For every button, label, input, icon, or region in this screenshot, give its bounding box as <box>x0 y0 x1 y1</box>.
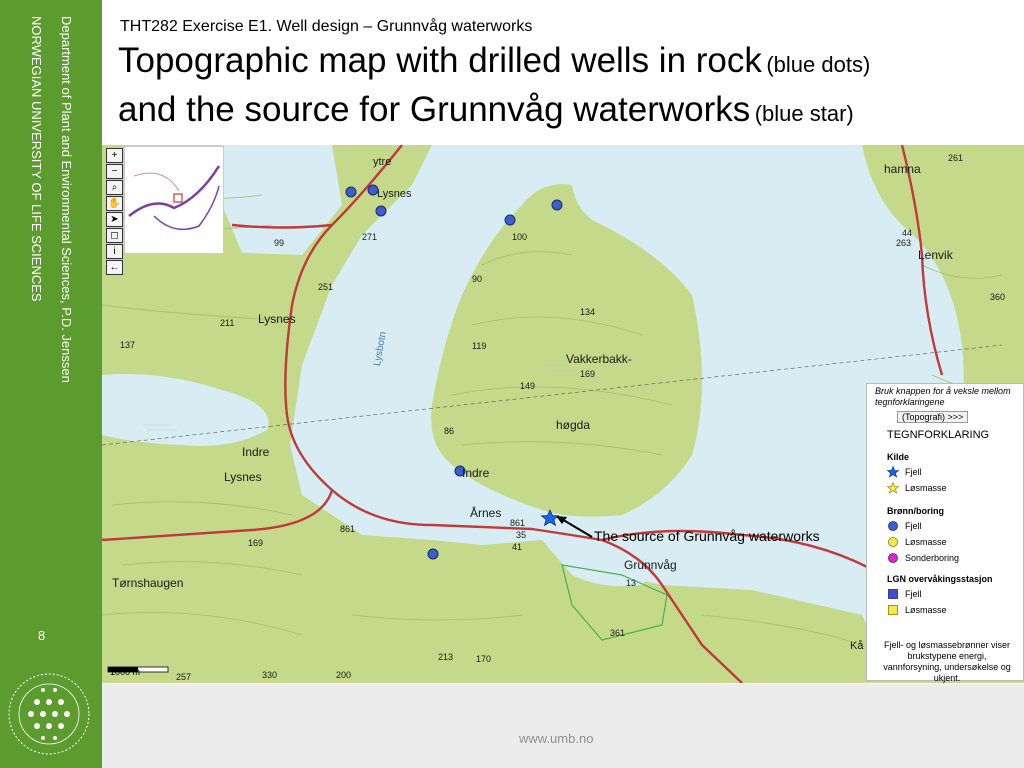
elevation-label: 361 <box>610 628 626 638</box>
zoom-in-icon[interactable]: + <box>106 148 123 163</box>
elevation-label: 211 <box>220 318 235 328</box>
slide-title: Topographic map with drilled wells in ro… <box>118 40 1018 138</box>
map-label-grunnvag: Grunnvåg <box>624 558 677 572</box>
yellow-dot-icon <box>888 537 898 547</box>
scale-bar-label: 1000 m <box>110 667 141 677</box>
slide-number: 8 <box>38 628 46 643</box>
yellow-square-icon <box>888 605 898 615</box>
elevation-label: 213 <box>438 652 454 662</box>
select-icon[interactable]: ➤ <box>106 212 123 227</box>
blue-dot-icon <box>888 521 898 531</box>
pan-hand-icon[interactable]: ✋ <box>106 196 123 211</box>
legend-well-title: Brønn/boring <box>887 506 944 516</box>
university-label: NORWEGIAN UNIVERSITY OF LIFE SCIENCES <box>29 16 44 302</box>
legend-well-rock: Fjell <box>887 520 922 532</box>
legend-lgn-rock: Fjell <box>887 588 922 600</box>
map-label-lysnes-top: Lysnes <box>377 188 412 200</box>
legend-heading: TEGNFORKLARING <box>887 429 990 441</box>
legend-lgn-title: LGN overvåkingsstasjon <box>887 574 993 584</box>
yellow-star-icon <box>887 482 899 494</box>
legend-label: Fjell <box>905 467 922 477</box>
elevation-label: 170 <box>476 654 492 664</box>
legend-source-title: Kilde <box>887 452 910 462</box>
elevation-label: 137 <box>120 340 136 350</box>
elevation-label: 44 <box>902 228 913 238</box>
elevation-label: 251 <box>318 282 334 292</box>
elevation-label: 90 <box>472 274 483 284</box>
elevation-label: 360 <box>990 292 1006 302</box>
legend-label: Løsmasse <box>905 483 947 493</box>
elevation-label: 861 <box>340 524 356 534</box>
legend-note: Bruk knappen for å veksle mellom tegnfor… <box>875 386 1011 407</box>
map-legend: Bruk knappen for å veksle mellom tegnfor… <box>866 383 1024 683</box>
legend-well-loose: Løsmasse <box>887 536 947 548</box>
map-label-tornshaugen: Tørnshaugen <box>112 576 184 590</box>
map-label-vakkerbakk: Vakkerbakk- <box>566 352 632 366</box>
elevation-label: 134 <box>580 307 596 317</box>
elevation-label: 861 <box>510 518 526 528</box>
zoom-box-icon[interactable]: ⌕ <box>106 180 123 195</box>
exercise-title: THT282 Exercise E1. Well design – Grunnv… <box>120 18 533 35</box>
department-label: Department of Plant and Environmental Sc… <box>59 16 74 383</box>
source-annotation: The source of Grunnvåg waterworks <box>594 528 820 544</box>
measure-icon[interactable]: ◻ <box>106 228 123 243</box>
map-label-lysnes-mid: Lysnes <box>258 312 296 326</box>
elevation-label: 99 <box>274 238 285 248</box>
legend-footer: Fjell- og løsmassebrønner viser brukstyp… <box>883 640 1011 683</box>
legend-source-rock: Fjell <box>887 466 922 478</box>
map-label-hogda: høgda <box>556 418 591 432</box>
elevation-label: 257 <box>176 672 192 682</box>
elevation-label: 119 <box>472 341 487 351</box>
elevation-label: 330 <box>262 670 278 680</box>
blue-square-icon <box>888 589 898 599</box>
legend-label: Fjell <box>905 589 922 599</box>
elevation-label: 263 <box>896 238 912 248</box>
legend-label: Sonderboring <box>905 553 960 563</box>
elevation-label: 169 <box>248 538 264 548</box>
map-label-indre: Indre <box>462 466 490 480</box>
back-icon[interactable]: ← <box>106 260 123 275</box>
map-label-arnes: Årnes <box>470 506 502 520</box>
legend-source-loose: Løsmasse <box>887 482 947 494</box>
university-logo <box>8 673 90 755</box>
map-label-lenvik: Lenvik <box>918 248 953 262</box>
elevation-label: 169 <box>580 369 596 379</box>
blue-star-icon <box>887 466 899 478</box>
info-icon[interactable]: i <box>106 244 123 259</box>
footer-url[interactable]: www.umb.no <box>519 731 593 746</box>
title-line2: and the source for Grunnvåg waterworks <box>118 90 751 129</box>
overview-inset-map[interactable] <box>124 146 224 254</box>
elevation-label: 149 <box>520 381 536 391</box>
elevation-label: 261 <box>948 153 964 163</box>
elevation-label: 200 <box>336 670 352 680</box>
legend-label: Løsmasse <box>905 605 947 615</box>
elevation-label: 41 <box>512 542 523 552</box>
map-label-ka: Kå <box>850 640 864 652</box>
map-label-ytre: ytre <box>373 156 392 168</box>
title-line1: Topographic map with drilled wells in ro… <box>118 41 762 80</box>
legend-label: Løsmasse <box>905 537 947 547</box>
footer-band <box>102 684 1024 768</box>
map-label-hamna: hamna <box>884 162 921 176</box>
map-label-indre-lysnes-2: Lysnes <box>224 470 262 484</box>
elevation-label: 35 <box>516 530 527 540</box>
magenta-dot-icon <box>888 553 898 563</box>
legend-label: Fjell <box>905 521 922 531</box>
elevation-label: 13 <box>626 578 637 588</box>
legend-well-probe: Sonderboring <box>887 552 959 564</box>
map-label-indre-lysnes-1: Indre <box>242 445 270 459</box>
zoom-out-icon[interactable]: − <box>106 164 123 179</box>
left-sidebar: Department of Plant and Environmental Sc… <box>0 0 102 768</box>
elevation-label: 271 <box>362 232 378 242</box>
title-line1-note: (blue dots) <box>766 52 871 77</box>
elevation-label: 100 <box>512 232 528 242</box>
legend-lgn-loose: Løsmasse <box>887 604 947 616</box>
legend-toggle-button[interactable]: (Topografi) >>> <box>897 411 969 423</box>
elevation-label: 86 <box>444 426 455 436</box>
title-line2-note: (blue star) <box>754 101 854 126</box>
